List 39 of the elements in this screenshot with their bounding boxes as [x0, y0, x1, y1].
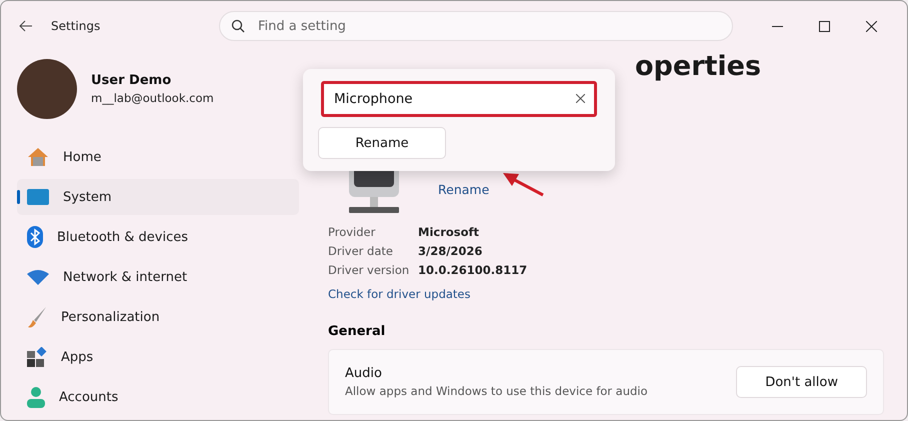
- user-email: m__lab@outlook.com: [91, 91, 214, 105]
- sidebar-item[interactable]: Personalization: [17, 299, 299, 335]
- card-description: Allow apps and Windows to use this device for audio: [345, 384, 648, 398]
- brush-icon: [27, 306, 47, 328]
- sidebar-item[interactable]: Network & internet: [17, 259, 299, 295]
- detail-value: 10.0.26100.8117: [418, 263, 528, 277]
- rename-link[interactable]: Rename: [438, 182, 490, 197]
- home-icon: [27, 147, 49, 167]
- detail-label: Provider: [328, 225, 376, 239]
- search-icon: [231, 19, 245, 33]
- search-field[interactable]: Find a setting: [219, 11, 733, 41]
- pointer-arrow-icon: [501, 171, 546, 197]
- sidebar-item[interactable]: Home: [17, 139, 299, 175]
- window-title: Settings: [51, 19, 102, 33]
- detail-label: Driver version: [328, 263, 410, 277]
- detail-value: Microsoft: [418, 225, 480, 239]
- sidebar-item[interactable]: Accounts: [17, 379, 299, 415]
- card-title: Audio: [345, 366, 383, 381]
- wifi-icon: [27, 269, 49, 285]
- user-name: User Demo: [91, 73, 172, 88]
- close-icon[interactable]: [866, 20, 877, 32]
- maximize-icon[interactable]: [819, 20, 830, 32]
- dont-allow-button[interactable]: Don't allow: [736, 366, 867, 398]
- bluetooth-icon: [27, 226, 43, 248]
- driver-updates-link[interactable]: Check for driver updates: [328, 287, 470, 301]
- back-arrow-icon[interactable]: [19, 20, 33, 32]
- sidebar-item[interactable]: Apps: [17, 339, 299, 375]
- detail-value: 3/28/2026: [418, 244, 484, 258]
- clear-icon[interactable]: [576, 94, 585, 103]
- detail-label: Driver date: [328, 244, 394, 258]
- monitor-icon: [27, 189, 49, 205]
- person-icon: [27, 386, 45, 408]
- sidebar-item[interactable]: System: [17, 179, 299, 215]
- page-title: operties: [635, 51, 762, 84]
- rename-button[interactable]: Rename: [318, 127, 446, 159]
- apps-icon: [27, 347, 47, 367]
- sidebar-item[interactable]: Bluetooth & devices: [17, 219, 299, 255]
- name-input-field[interactable]: Microphone: [321, 81, 597, 117]
- section-heading: General: [328, 324, 386, 339]
